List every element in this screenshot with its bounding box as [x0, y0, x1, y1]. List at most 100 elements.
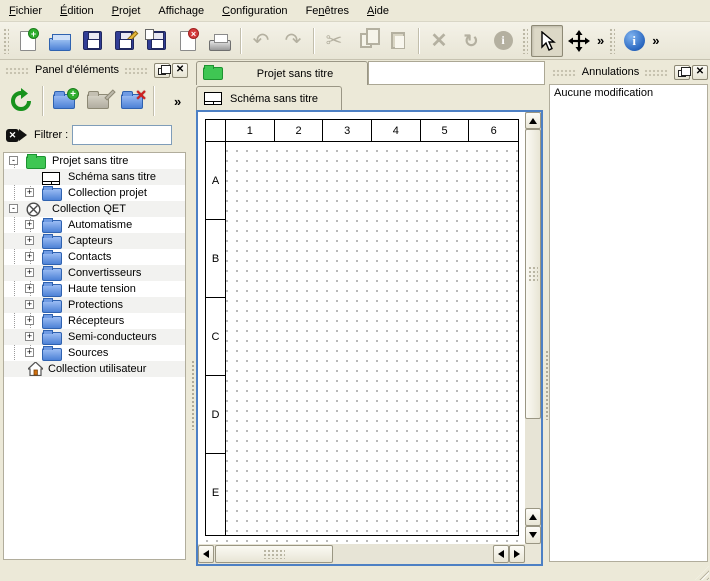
reload-collections-button[interactable]: [4, 84, 38, 118]
dock-float-button[interactable]: [154, 63, 170, 78]
print-button[interactable]: [204, 25, 236, 57]
toolbar-drag-handle[interactable]: [609, 28, 615, 54]
redo-button[interactable]: ↷: [277, 25, 309, 57]
save-all-button[interactable]: [140, 25, 172, 57]
tree-item-sources[interactable]: + Sources: [4, 345, 185, 361]
expand-icon[interactable]: +: [25, 268, 34, 277]
tree-item-convertisseurs[interactable]: + Convertisseurs: [4, 265, 185, 281]
element-info-button[interactable]: i: [487, 25, 519, 57]
tree-item-collection-utilisateur[interactable]: Collection utilisateur: [4, 361, 185, 377]
elements-panel-dock: Panel d'éléments ✕ + ✕ » ✕: [0, 60, 190, 581]
about-info-button[interactable]: i: [618, 25, 650, 57]
folder-delete-icon: ✕: [121, 94, 143, 109]
expand-icon[interactable]: +: [25, 316, 34, 325]
toolbar-separator: [313, 28, 314, 54]
close-project-button[interactable]: ×: [172, 25, 204, 57]
scroll-down-button[interactable]: [525, 526, 541, 544]
tab-schema-sans-titre[interactable]: Schéma sans titre: [196, 86, 342, 110]
open-project-button[interactable]: [44, 25, 76, 57]
undo-button[interactable]: ↶: [245, 25, 277, 57]
tree-item-collection-qet[interactable]: - Collection QET: [4, 201, 185, 217]
horizontal-scroll-thumb[interactable]: [215, 545, 333, 563]
save-button[interactable]: [76, 25, 108, 57]
new-category-button[interactable]: +: [47, 84, 81, 118]
dock-float-button[interactable]: [674, 65, 690, 80]
expand-icon[interactable]: +: [25, 284, 34, 293]
folder-icon: [42, 220, 62, 233]
restore-icon: [158, 68, 166, 75]
toolbar-drag-handle[interactable]: [3, 28, 9, 54]
save-all-icon: [147, 31, 166, 50]
vertical-scroll-thumb[interactable]: [525, 129, 541, 419]
delete-category-button[interactable]: ✕: [115, 84, 149, 118]
menu-projet[interactable]: Projet: [103, 0, 150, 22]
clear-filter-button[interactable]: ✕: [6, 128, 28, 143]
rotate-button[interactable]: ↻: [455, 25, 487, 57]
tree-item-capteurs[interactable]: + Capteurs: [4, 233, 185, 249]
edit-category-button[interactable]: [81, 84, 115, 118]
toolbar-overflow-button[interactable]: »: [595, 33, 606, 48]
expand-icon[interactable]: +: [25, 188, 34, 197]
save-as-button[interactable]: [108, 25, 140, 57]
scroll-right-button[interactable]: [509, 545, 525, 563]
paste-button[interactable]: [382, 25, 414, 57]
horizontal-scrollbar[interactable]: [198, 544, 525, 564]
vertical-scrollbar[interactable]: [525, 112, 541, 544]
menu-aide[interactable]: Aide: [358, 0, 398, 22]
scroll-up-button[interactable]: [525, 508, 541, 526]
schema-icon: [42, 172, 60, 185]
undo-list-item[interactable]: Aucune modification: [550, 85, 707, 101]
printer-icon: [209, 40, 231, 51]
menu-fenetres[interactable]: Fenêtres: [297, 0, 358, 22]
folder-icon: [42, 300, 62, 313]
copy-icon: [360, 33, 372, 48]
cut-button[interactable]: ✂: [318, 25, 350, 57]
expand-icon[interactable]: +: [25, 348, 34, 357]
delete-button[interactable]: ✕: [423, 25, 455, 57]
tree-item-schema-sans-titre[interactable]: Schéma sans titre: [4, 169, 185, 185]
undo-icon: ↶: [253, 31, 270, 51]
expand-icon[interactable]: +: [25, 252, 34, 261]
undo-panel-title: Annulations: [582, 66, 640, 78]
scroll-left-button[interactable]: [493, 545, 509, 563]
collapse-icon[interactable]: -: [9, 156, 18, 165]
expand-icon[interactable]: +: [25, 332, 34, 341]
toolbar-area: + × ↶ ↷ ✂ ✕ ↻ i: [0, 22, 710, 60]
column-header: 5: [421, 120, 470, 141]
menu-edition[interactable]: Édition: [51, 0, 103, 22]
filter-input[interactable]: [72, 125, 172, 145]
scroll-left-button[interactable]: [198, 545, 214, 563]
expand-icon[interactable]: +: [25, 236, 34, 245]
dock-close-button[interactable]: ✕: [172, 63, 188, 78]
new-project-button[interactable]: +: [12, 25, 44, 57]
menu-configuration[interactable]: Configuration: [213, 0, 296, 22]
expand-icon[interactable]: +: [25, 300, 34, 309]
tree-item-automatisme[interactable]: + Automatisme: [4, 217, 185, 233]
tree-item-semi-conducteurs[interactable]: + Semi-conducteurs: [4, 329, 185, 345]
panel-overflow-button[interactable]: »: [172, 94, 183, 109]
redo-icon: ↷: [285, 31, 302, 51]
elements-panel-titlebar: Panel d'éléments ✕: [0, 60, 190, 80]
tree-item-recepteurs[interactable]: + Récepteurs: [4, 313, 185, 329]
menu-fichier[interactable]: Fichier: [0, 0, 51, 22]
expand-icon[interactable]: +: [25, 220, 34, 229]
tree-item-haute-tension[interactable]: + Haute tension: [4, 281, 185, 297]
menu-affichage[interactable]: Affichage: [149, 0, 213, 22]
select-mode-button[interactable]: [531, 25, 563, 57]
tree-item-contacts[interactable]: + Contacts: [4, 249, 185, 265]
pan-mode-button[interactable]: [563, 25, 595, 57]
row-header: A: [206, 142, 225, 220]
open-folder-icon: [49, 38, 71, 51]
undo-history-list: Aucune modification: [549, 84, 708, 562]
tree-item-protections[interactable]: + Protections: [4, 297, 185, 313]
dock-close-button[interactable]: ✕: [692, 65, 708, 80]
copy-button[interactable]: [350, 25, 382, 57]
tree-item-collection-projet[interactable]: + Collection projet: [4, 185, 185, 201]
toolbar-drag-handle[interactable]: [522, 28, 528, 54]
diagram-canvas[interactable]: 1 2 3 4 5 6 A B C D E: [198, 112, 525, 544]
toolbar-overflow-button[interactable]: »: [650, 33, 661, 48]
tab-projet-sans-titre[interactable]: Projet sans titre: [196, 61, 368, 85]
collapse-icon[interactable]: -: [9, 204, 18, 213]
scroll-up-button[interactable]: [525, 112, 541, 129]
tree-item-projet-sans-titre[interactable]: - Projet sans titre: [4, 153, 185, 169]
